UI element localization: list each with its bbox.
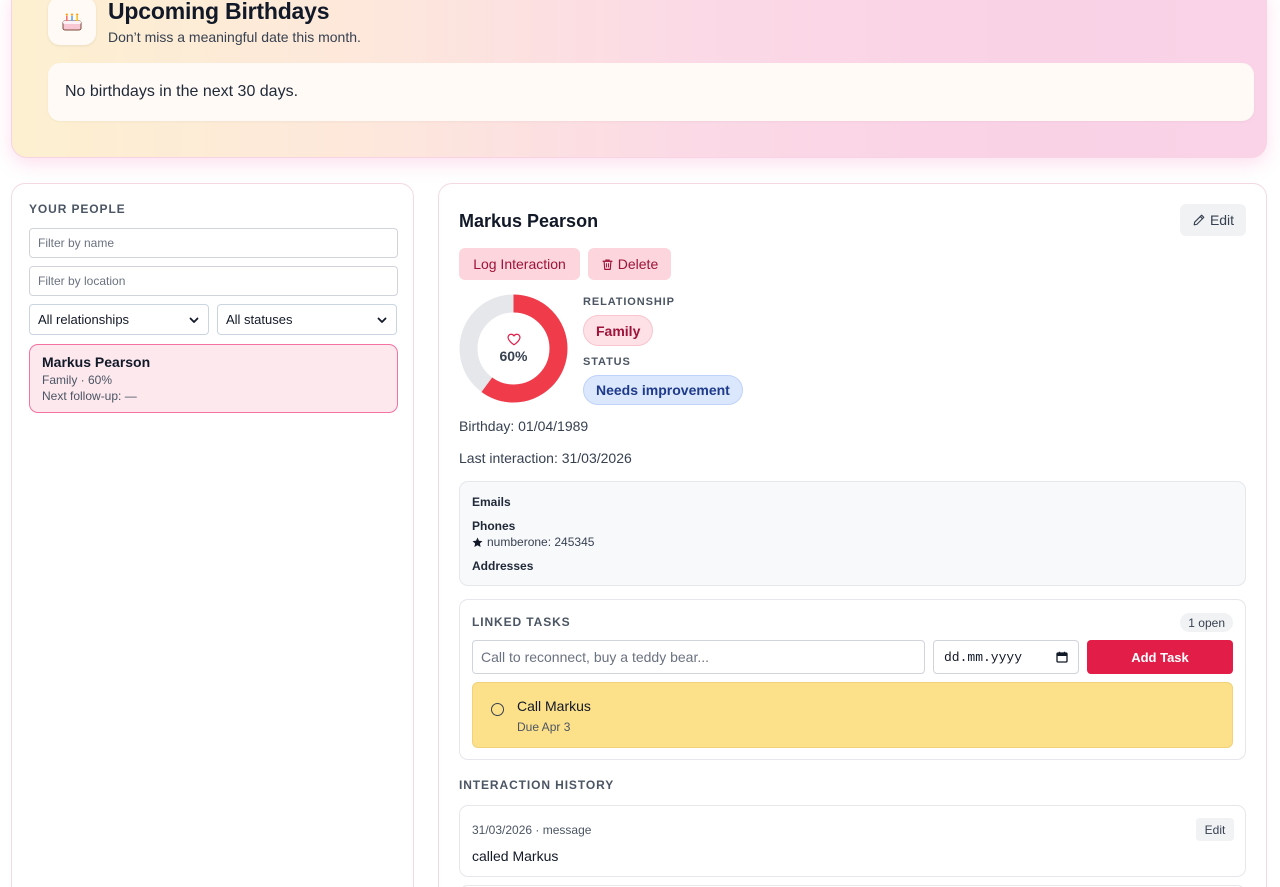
- relationship-filter-select[interactable]: All relationships: [29, 304, 209, 335]
- person-name-heading: Markus Pearson: [459, 211, 599, 231]
- birthdays-subtitle: Don’t miss a meaningful date this month.: [108, 29, 361, 45]
- status-filter-value: All statuses: [226, 312, 293, 327]
- filter-location-input[interactable]: [29, 266, 398, 296]
- last-interaction-line: Last interaction: 31/03/2026: [459, 450, 632, 466]
- task-due-date: Due Apr 3: [517, 720, 571, 734]
- chevron-down-icon: [377, 317, 387, 323]
- log-interaction-button[interactable]: Log Interaction: [459, 248, 580, 280]
- edit-interaction-button[interactable]: Edit: [1196, 818, 1234, 841]
- interaction-history-item: 31/03/2026 · message called Markus Edit: [459, 805, 1246, 877]
- interaction-history-label: INTERACTION HISTORY: [459, 778, 615, 792]
- open-tasks-badge: 1 open: [1180, 613, 1233, 632]
- birthdays-empty-text: No birthdays in the next 30 days.: [65, 83, 299, 100]
- relationship-badge: Family: [583, 315, 654, 346]
- linked-tasks-label: LINKED TASKS: [472, 615, 571, 629]
- status-filter-select[interactable]: All statuses: [217, 304, 397, 335]
- star-icon: [472, 537, 483, 547]
- contact-info-box: Emails Phones numberone: 245345 Addresse…: [459, 481, 1246, 586]
- task-due-date-placeholder: dd.mm.yyyy: [944, 649, 1023, 665]
- people-section-label: YOUR PEOPLE: [29, 202, 126, 216]
- delete-person-label: Delete: [617, 256, 659, 272]
- donut-center: 60%: [459, 294, 568, 403]
- status-badge: Needs improvement: [583, 375, 743, 405]
- person-card-name: Markus Pearson: [42, 354, 151, 370]
- open-tasks-count: 1 open: [1188, 615, 1225, 630]
- cake-icon: [48, 0, 96, 45]
- phone-entry: numberone: 245345: [472, 535, 594, 549]
- trash-icon: [602, 258, 613, 270]
- interaction-meta: 31/03/2026 · message: [472, 823, 592, 837]
- delete-person-button[interactable]: Delete: [588, 248, 671, 280]
- chevron-down-icon: [189, 317, 199, 323]
- people-panel: YOUR PEOPLE All relationships All status…: [11, 183, 414, 887]
- add-task-label: Add Task: [1131, 649, 1189, 665]
- log-interaction-label: Log Interaction: [473, 256, 566, 272]
- birthdays-title: Upcoming Birthdays: [108, 0, 330, 24]
- edit-person-button[interactable]: Edit: [1180, 204, 1246, 236]
- phone-entry-text: numberone: 245345: [487, 535, 595, 549]
- calendar-icon[interactable]: [1056, 651, 1068, 663]
- birthdays-banner: Upcoming Birthdays Don’t miss a meaningf…: [11, 0, 1267, 158]
- task-title: Call Markus: [517, 698, 591, 714]
- relationship-label: RELATIONSHIP: [583, 296, 675, 308]
- linked-tasks-section: LINKED TASKS 1 open dd.mm.yyyy Add Task …: [459, 599, 1246, 760]
- task-due-date-input[interactable]: dd.mm.yyyy: [933, 640, 1079, 674]
- task-item[interactable]: Call Markus Due Apr 3: [472, 682, 1233, 748]
- relationship-badge-text: Family: [596, 322, 641, 339]
- emails-heading: Emails: [472, 495, 511, 509]
- filter-name-input[interactable]: [29, 228, 398, 258]
- relationship-filter-value: All relationships: [38, 312, 130, 327]
- new-task-input[interactable]: [472, 640, 925, 674]
- score-percent: 60%: [499, 348, 528, 364]
- task-complete-toggle[interactable]: [491, 703, 504, 716]
- interaction-text: called Markus: [472, 848, 559, 864]
- status-label: STATUS: [583, 356, 631, 368]
- person-card-markus-pearson[interactable]: Markus Pearson Family · 60% Next follow-…: [29, 344, 398, 413]
- person-card-meta: Family · 60%: [42, 373, 113, 387]
- person-detail-panel: Markus Pearson Edit Log Interaction Dele…: [438, 183, 1267, 887]
- birthday-line: Birthday: 01/04/1989: [459, 418, 589, 434]
- status-badge-text: Needs improvement: [596, 382, 730, 398]
- edit-person-label: Edit: [1209, 212, 1235, 228]
- birthdays-empty-message: No birthdays in the next 30 days.: [48, 63, 1254, 121]
- heart-icon: [506, 333, 521, 346]
- phones-heading: Phones: [472, 519, 516, 533]
- edit-interaction-label: Edit: [1204, 822, 1226, 837]
- addresses-heading: Addresses: [472, 559, 534, 573]
- person-card-followup: Next follow-up: —: [42, 389, 137, 403]
- pencil-icon: [1193, 214, 1205, 226]
- add-task-button[interactable]: Add Task: [1087, 640, 1233, 674]
